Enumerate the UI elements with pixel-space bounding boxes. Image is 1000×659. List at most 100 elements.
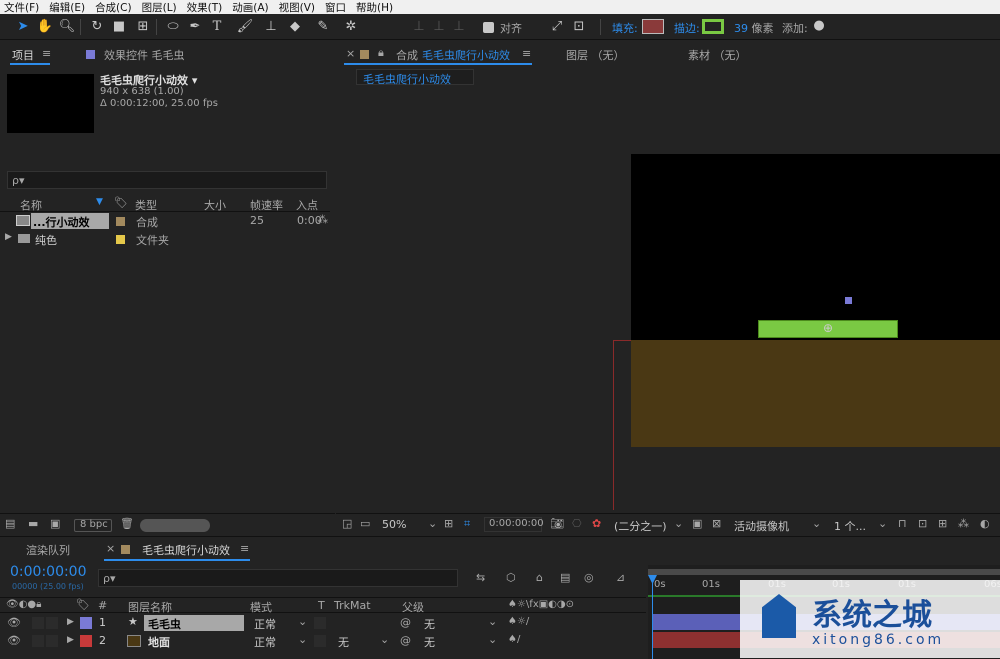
menu-effect[interactable]: 效果(T)	[187, 0, 223, 15]
resolution-select[interactable]: (二分之一)	[614, 518, 667, 534]
mode-select[interactable]: 正常	[254, 616, 276, 632]
chevron-down-icon[interactable]: ⌄	[380, 633, 389, 646]
fill-swatch[interactable]	[642, 19, 664, 34]
always-preview-icon[interactable]: ◲	[342, 517, 352, 530]
chevron-down-icon[interactable]: ⌄	[812, 517, 821, 530]
layer-switches-icon[interactable]: ♠☼/	[508, 616, 529, 627]
tab-effect-controls[interactable]: 效果控件 毛毛虫	[104, 47, 185, 63]
menu-layer[interactable]: 图层(L)	[142, 0, 177, 15]
align-checkbox[interactable]	[483, 22, 494, 33]
work-area-bar[interactable]	[648, 569, 1000, 575]
col-size[interactable]: 大小	[204, 197, 226, 213]
pickwhip-icon[interactable]: @	[400, 616, 411, 629]
label-icon[interactable]: 🏷︎	[114, 196, 128, 209]
graph-editor-icon[interactable]: ⊿	[616, 571, 625, 584]
expand-arrow-icon[interactable]: ▶	[67, 617, 74, 627]
menu-view[interactable]: 视图(V)	[279, 0, 315, 15]
snap-options-icon[interactable]: ⊡	[570, 18, 588, 36]
col-type[interactable]: 类型	[135, 197, 157, 213]
new-folder-icon[interactable]: ▬	[28, 517, 38, 530]
expand-arrow-icon[interactable]: ▶	[67, 635, 74, 645]
flowchart-icon[interactable]: ⁂	[958, 517, 969, 530]
pan-behind-tool-icon[interactable]: ⊞	[134, 18, 152, 36]
mask-toggle-icon[interactable]: ⌗	[464, 517, 470, 531]
close-tab-icon[interactable]: ×	[346, 47, 355, 60]
frame-blending-icon[interactable]: ▤	[560, 571, 570, 584]
layer-switches-icon[interactable]: ♠/	[508, 634, 520, 645]
table-row[interactable]: 👁︎ ▶ 2 地面 正常 ⌄ 无 ⌄ @ 无 ⌄ ♠/	[0, 632, 646, 650]
interpret-footage-icon[interactable]: ▤	[5, 517, 15, 530]
col-trkmat[interactable]: TrkMat	[334, 599, 371, 612]
menu-file[interactable]: 文件(F)	[4, 0, 39, 15]
transparency-grid-icon[interactable]: ⊠	[712, 517, 721, 530]
local-axis-icon[interactable]: ⊥	[410, 18, 428, 36]
menu-edit[interactable]: 编辑(E)	[49, 0, 85, 15]
motion-blur-icon[interactable]: ◎	[584, 571, 594, 584]
layer-name[interactable]: 毛毛虫	[148, 616, 181, 632]
show-snapshot-icon[interactable]: ⎔	[572, 517, 582, 530]
switches-icon[interactable]: ♠☼\fx▣◐◑⊙	[508, 599, 574, 610]
col-name[interactable]: 名称	[20, 197, 42, 213]
reset-exposure-icon[interactable]: ◐	[980, 517, 990, 530]
av-switches-icon[interactable]: 👁︎◐●🔒︎	[6, 599, 41, 610]
stroke-width[interactable]: 39 像素	[734, 20, 774, 36]
panel-menu-icon[interactable]: ≡	[240, 542, 249, 555]
timeline-icon[interactable]: ⊞	[938, 517, 947, 530]
menu-window[interactable]: 窗口	[325, 0, 346, 15]
text-tool-icon[interactable]: T	[208, 18, 226, 36]
tab-timeline-comp[interactable]: 毛毛虫爬行小动效	[142, 542, 230, 558]
comp-mini-flowchart-icon[interactable]: ⇆	[476, 571, 485, 584]
safe-zones-icon[interactable]: ⊞	[444, 517, 453, 530]
lock-icon[interactable]: 🔒︎	[378, 46, 384, 60]
label-color-icon[interactable]	[80, 635, 92, 647]
region-of-interest-icon[interactable]: ▣	[692, 517, 702, 530]
tab-footage[interactable]: 素材 （无）	[688, 47, 747, 63]
eye-icon[interactable]: 👁︎	[7, 634, 21, 647]
trkmat-select[interactable]: 无	[338, 634, 349, 650]
parent-select[interactable]: 无	[424, 634, 435, 650]
panel-menu-icon[interactable]: ≡	[522, 47, 531, 60]
snap-icon[interactable]: ⤢	[548, 18, 566, 36]
thumbnail-slider[interactable]	[140, 519, 210, 532]
roto-brush-tool-icon[interactable]: ✎	[314, 18, 332, 36]
snapshot-icon[interactable]: 📷︎	[550, 517, 564, 530]
col-parent[interactable]: 父级	[402, 599, 424, 615]
current-time[interactable]: 0:00:00:00	[489, 518, 544, 529]
delete-icon[interactable]: 🗑︎	[120, 517, 134, 530]
tab-composition[interactable]: 毛毛虫爬行小动效	[422, 47, 510, 63]
bit-depth[interactable]: 8 bpc	[80, 519, 108, 530]
fast-previews-icon[interactable]: ⊡	[918, 517, 927, 530]
tab-project[interactable]: 项目	[12, 47, 34, 63]
ground-layer[interactable]	[631, 340, 1000, 447]
add-menu-icon[interactable]: ●	[810, 17, 828, 35]
project-search-input[interactable]: ρ▾	[7, 171, 327, 189]
chevron-down-icon[interactable]: ⌄	[488, 633, 497, 646]
close-tab-icon[interactable]: ×	[106, 542, 115, 555]
chevron-down-icon[interactable]: ⌄	[878, 517, 887, 530]
eye-icon[interactable]: 👁︎	[7, 616, 21, 629]
col-mode[interactable]: 模式	[250, 599, 272, 615]
camera-tool-icon[interactable]: ■	[110, 18, 128, 36]
ellipse-tool-icon[interactable]: ⬭	[164, 18, 182, 36]
sort-down-icon[interactable]: ▼	[96, 197, 103, 207]
label-icon[interactable]: 🏷︎	[76, 598, 90, 611]
col-fps[interactable]: 帧速率	[250, 197, 283, 213]
chevron-down-icon[interactable]: ⌄	[488, 615, 497, 628]
list-item[interactable]: ▶ 纯色 文件夹	[0, 231, 330, 248]
views-select[interactable]: 1 个...	[834, 518, 866, 534]
timeline-timecode[interactable]: 0:00:00:00	[10, 564, 87, 580]
tab-render-queue[interactable]: 渲染队列	[26, 542, 70, 558]
menu-help[interactable]: 帮助(H)	[356, 0, 393, 15]
menu-animation[interactable]: 动画(A)	[232, 0, 268, 15]
stroke-swatch[interactable]	[702, 19, 724, 34]
flowchart-icon[interactable]: ⁂	[317, 213, 328, 226]
col-inpoint[interactable]: 入点	[296, 197, 318, 213]
menu-composition[interactable]: 合成(C)	[95, 0, 132, 15]
puppet-pin-tool-icon[interactable]: ✲	[342, 18, 360, 36]
new-comp-icon[interactable]: ▣	[50, 517, 60, 530]
shy-layers-icon[interactable]: ⌂	[536, 571, 543, 584]
rotate-tool-icon[interactable]: ↻	[88, 18, 106, 36]
tab-layer[interactable]: 图层 （无）	[566, 47, 625, 63]
selection-tool-icon[interactable]: ➤	[14, 18, 32, 36]
parent-select[interactable]: 无	[424, 616, 435, 632]
